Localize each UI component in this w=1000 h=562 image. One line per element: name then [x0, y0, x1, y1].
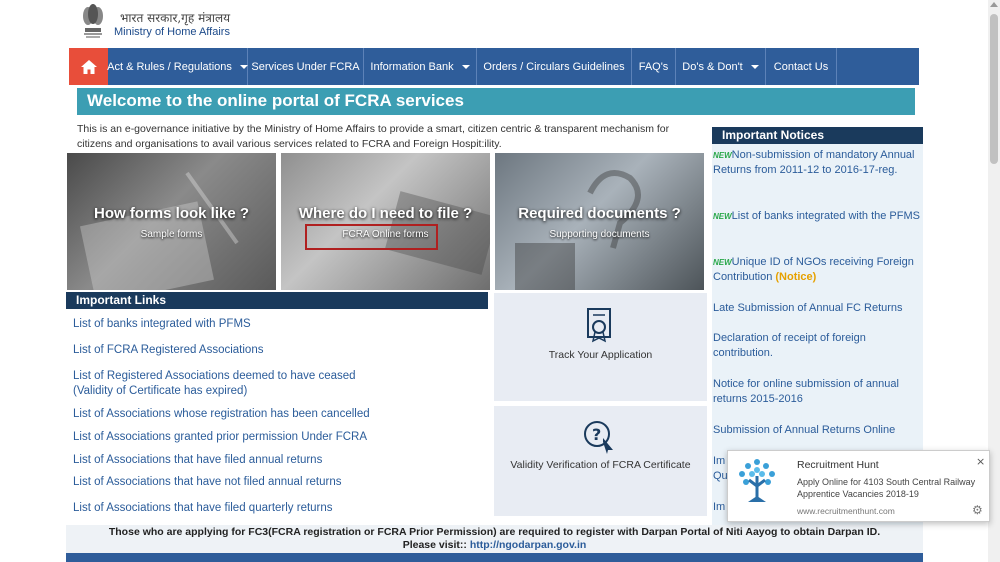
- link-registered-associations[interactable]: List of FCRA Registered Associations: [73, 343, 263, 358]
- link-ceased-associations[interactable]: List of Registered Associations deemed t…: [73, 369, 373, 399]
- national-emblem-icon: [83, 4, 103, 38]
- notice-item[interactable]: Submission of Annual Returns Online: [713, 423, 923, 438]
- tile-title: Required documents ?: [518, 205, 681, 222]
- nav-label: Act & Rules / Regulations: [107, 60, 232, 73]
- ministry-name-hindi: भारत सरकार,गृह मंत्रालय: [120, 11, 231, 25]
- nav-label: Contact Us: [773, 60, 829, 73]
- home-button[interactable]: [69, 48, 108, 85]
- ministry-name-english: Ministry of Home Affairs: [114, 26, 230, 38]
- new-badge-icon: NEW: [713, 258, 732, 267]
- tree-logo-icon: [739, 459, 775, 502]
- track-application-label: Track Your Application: [548, 349, 653, 361]
- track-application-box[interactable]: Track Your Application: [494, 293, 707, 401]
- notification-body: Apply Online for 4103 South Central Rail…: [797, 477, 976, 499]
- site-header: भारत सरकार,गृह मंत्रालय Ministry of Home…: [0, 0, 1000, 48]
- highlight-box: [305, 224, 438, 250]
- new-badge-icon: NEW: [713, 212, 732, 221]
- link-filed-annual-returns[interactable]: List of Associations that have filed ann…: [73, 453, 322, 468]
- notification-title: Recruitment Hunt: [797, 459, 879, 471]
- notice-item[interactable]: Late Submission of Annual FC Returns: [713, 301, 923, 316]
- home-icon: [80, 59, 97, 74]
- notice-tag: (Notice): [775, 271, 817, 283]
- ngodarpan-link[interactable]: http://ngodarpan.gov.in: [470, 539, 586, 551]
- nav-label: Information Bank: [370, 60, 454, 73]
- nav-orders-circulars[interactable]: Orders / Circulars Guidelines: [477, 48, 632, 85]
- footer-bar: [66, 553, 923, 562]
- link-not-filed-annual-returns[interactable]: List of Associations that have not filed…: [73, 475, 342, 490]
- notice-item[interactable]: Notice for online submission of annual r…: [713, 377, 923, 407]
- nav-information-bank[interactable]: Information Bank: [364, 48, 477, 85]
- tile-sample-forms[interactable]: How forms look like ? Sample forms: [67, 153, 276, 290]
- scroll-up-arrow-icon[interactable]: [990, 2, 998, 7]
- nav-label: Do's & Don't: [682, 60, 743, 73]
- welcome-banner: Welcome to the online portal of FCRA ser…: [77, 88, 915, 115]
- visit-prefix: Please visit::: [402, 539, 470, 551]
- certificate-icon: [587, 308, 611, 343]
- notice-item[interactable]: NEWList of banks integrated with the PFM…: [713, 209, 923, 224]
- scroll-thumb[interactable]: [990, 14, 998, 164]
- nav-services[interactable]: Services Under FCRA: [248, 48, 364, 85]
- tile-title: How forms look like ?: [93, 205, 250, 222]
- important-links-panel: Important Links List of banks integrated…: [66, 292, 488, 520]
- tile-subtitle: Supporting documents: [549, 229, 650, 240]
- notice-text: Non-submission of mandatory Annual Retur…: [713, 149, 915, 176]
- push-notification[interactable]: Recruitment Hunt Apply Online for 4103 S…: [727, 450, 990, 522]
- nav-dos-donts[interactable]: Do's & Don't: [676, 48, 766, 85]
- darpan-notice-text: Those who are applying for FC3(FCRA regi…: [108, 526, 881, 538]
- tile-required-documents[interactable]: Required documents ? Supporting document…: [495, 153, 704, 290]
- nav-label: FAQ's: [638, 60, 669, 73]
- nav-label: Services Under FCRA: [251, 60, 360, 73]
- notice-item[interactable]: NEWNon-submission of mandatory Annual Re…: [713, 148, 923, 178]
- darpan-notice: Those who are applying for FC3(FCRA regi…: [66, 525, 923, 553]
- nav-act-rules[interactable]: Act & Rules / Regulations: [107, 48, 248, 85]
- tile-where-to-file[interactable]: Where do I need to file ? FCRA Online fo…: [281, 153, 490, 290]
- svg-text:?: ?: [592, 425, 601, 444]
- link-cancelled-associations[interactable]: List of Associations whose registration …: [73, 407, 370, 422]
- intro-text: This is an e-governance initiative by th…: [77, 123, 670, 150]
- darpan-visit-line: Please visit:: http://ngodarpan.gov.in: [66, 539, 923, 552]
- validity-verification-label: Validity Verification of FCRA Certificat…: [510, 459, 691, 471]
- caret-down-icon: [461, 64, 470, 69]
- caret-down-icon: [239, 64, 248, 69]
- validity-verification-box[interactable]: ? Validity Verification of FCRA Certific…: [494, 406, 707, 516]
- main-nav: Act & Rules / Regulations Services Under…: [69, 48, 919, 85]
- notice-text: List of banks integrated with the PFMS: [731, 210, 920, 222]
- question-cursor-icon: ?: [584, 421, 613, 454]
- notice-item[interactable]: Declaration of receipt of foreign contri…: [713, 331, 923, 361]
- close-icon[interactable]: ×: [976, 455, 985, 468]
- tile-title: Where do I need to file ?: [298, 205, 473, 222]
- notification-url: www.recruitmenthunt.com: [797, 506, 895, 516]
- tile-subtitle: Sample forms: [140, 229, 203, 240]
- notice-item[interactable]: NEWUnique ID of NGOs receiving Foreign C…: [713, 255, 923, 285]
- link-banks-pfms[interactable]: List of banks integrated with PFMS: [73, 317, 251, 332]
- nav-contact-us[interactable]: Contact Us: [766, 48, 837, 85]
- link-filed-quarterly-returns[interactable]: List of Associations that have filed qua…: [73, 501, 333, 516]
- caret-down-icon: [750, 64, 759, 69]
- nav-label: Orders / Circulars Guidelines: [483, 60, 625, 73]
- important-notices-heading: Important Notices: [712, 127, 923, 144]
- nav-faqs[interactable]: FAQ's: [632, 48, 676, 85]
- important-links-heading: Important Links: [66, 292, 488, 309]
- link-prior-permission[interactable]: List of Associations granted prior permi…: [73, 430, 367, 445]
- gear-icon[interactable]: ⚙: [972, 503, 983, 517]
- new-badge-icon: NEW: [713, 151, 732, 160]
